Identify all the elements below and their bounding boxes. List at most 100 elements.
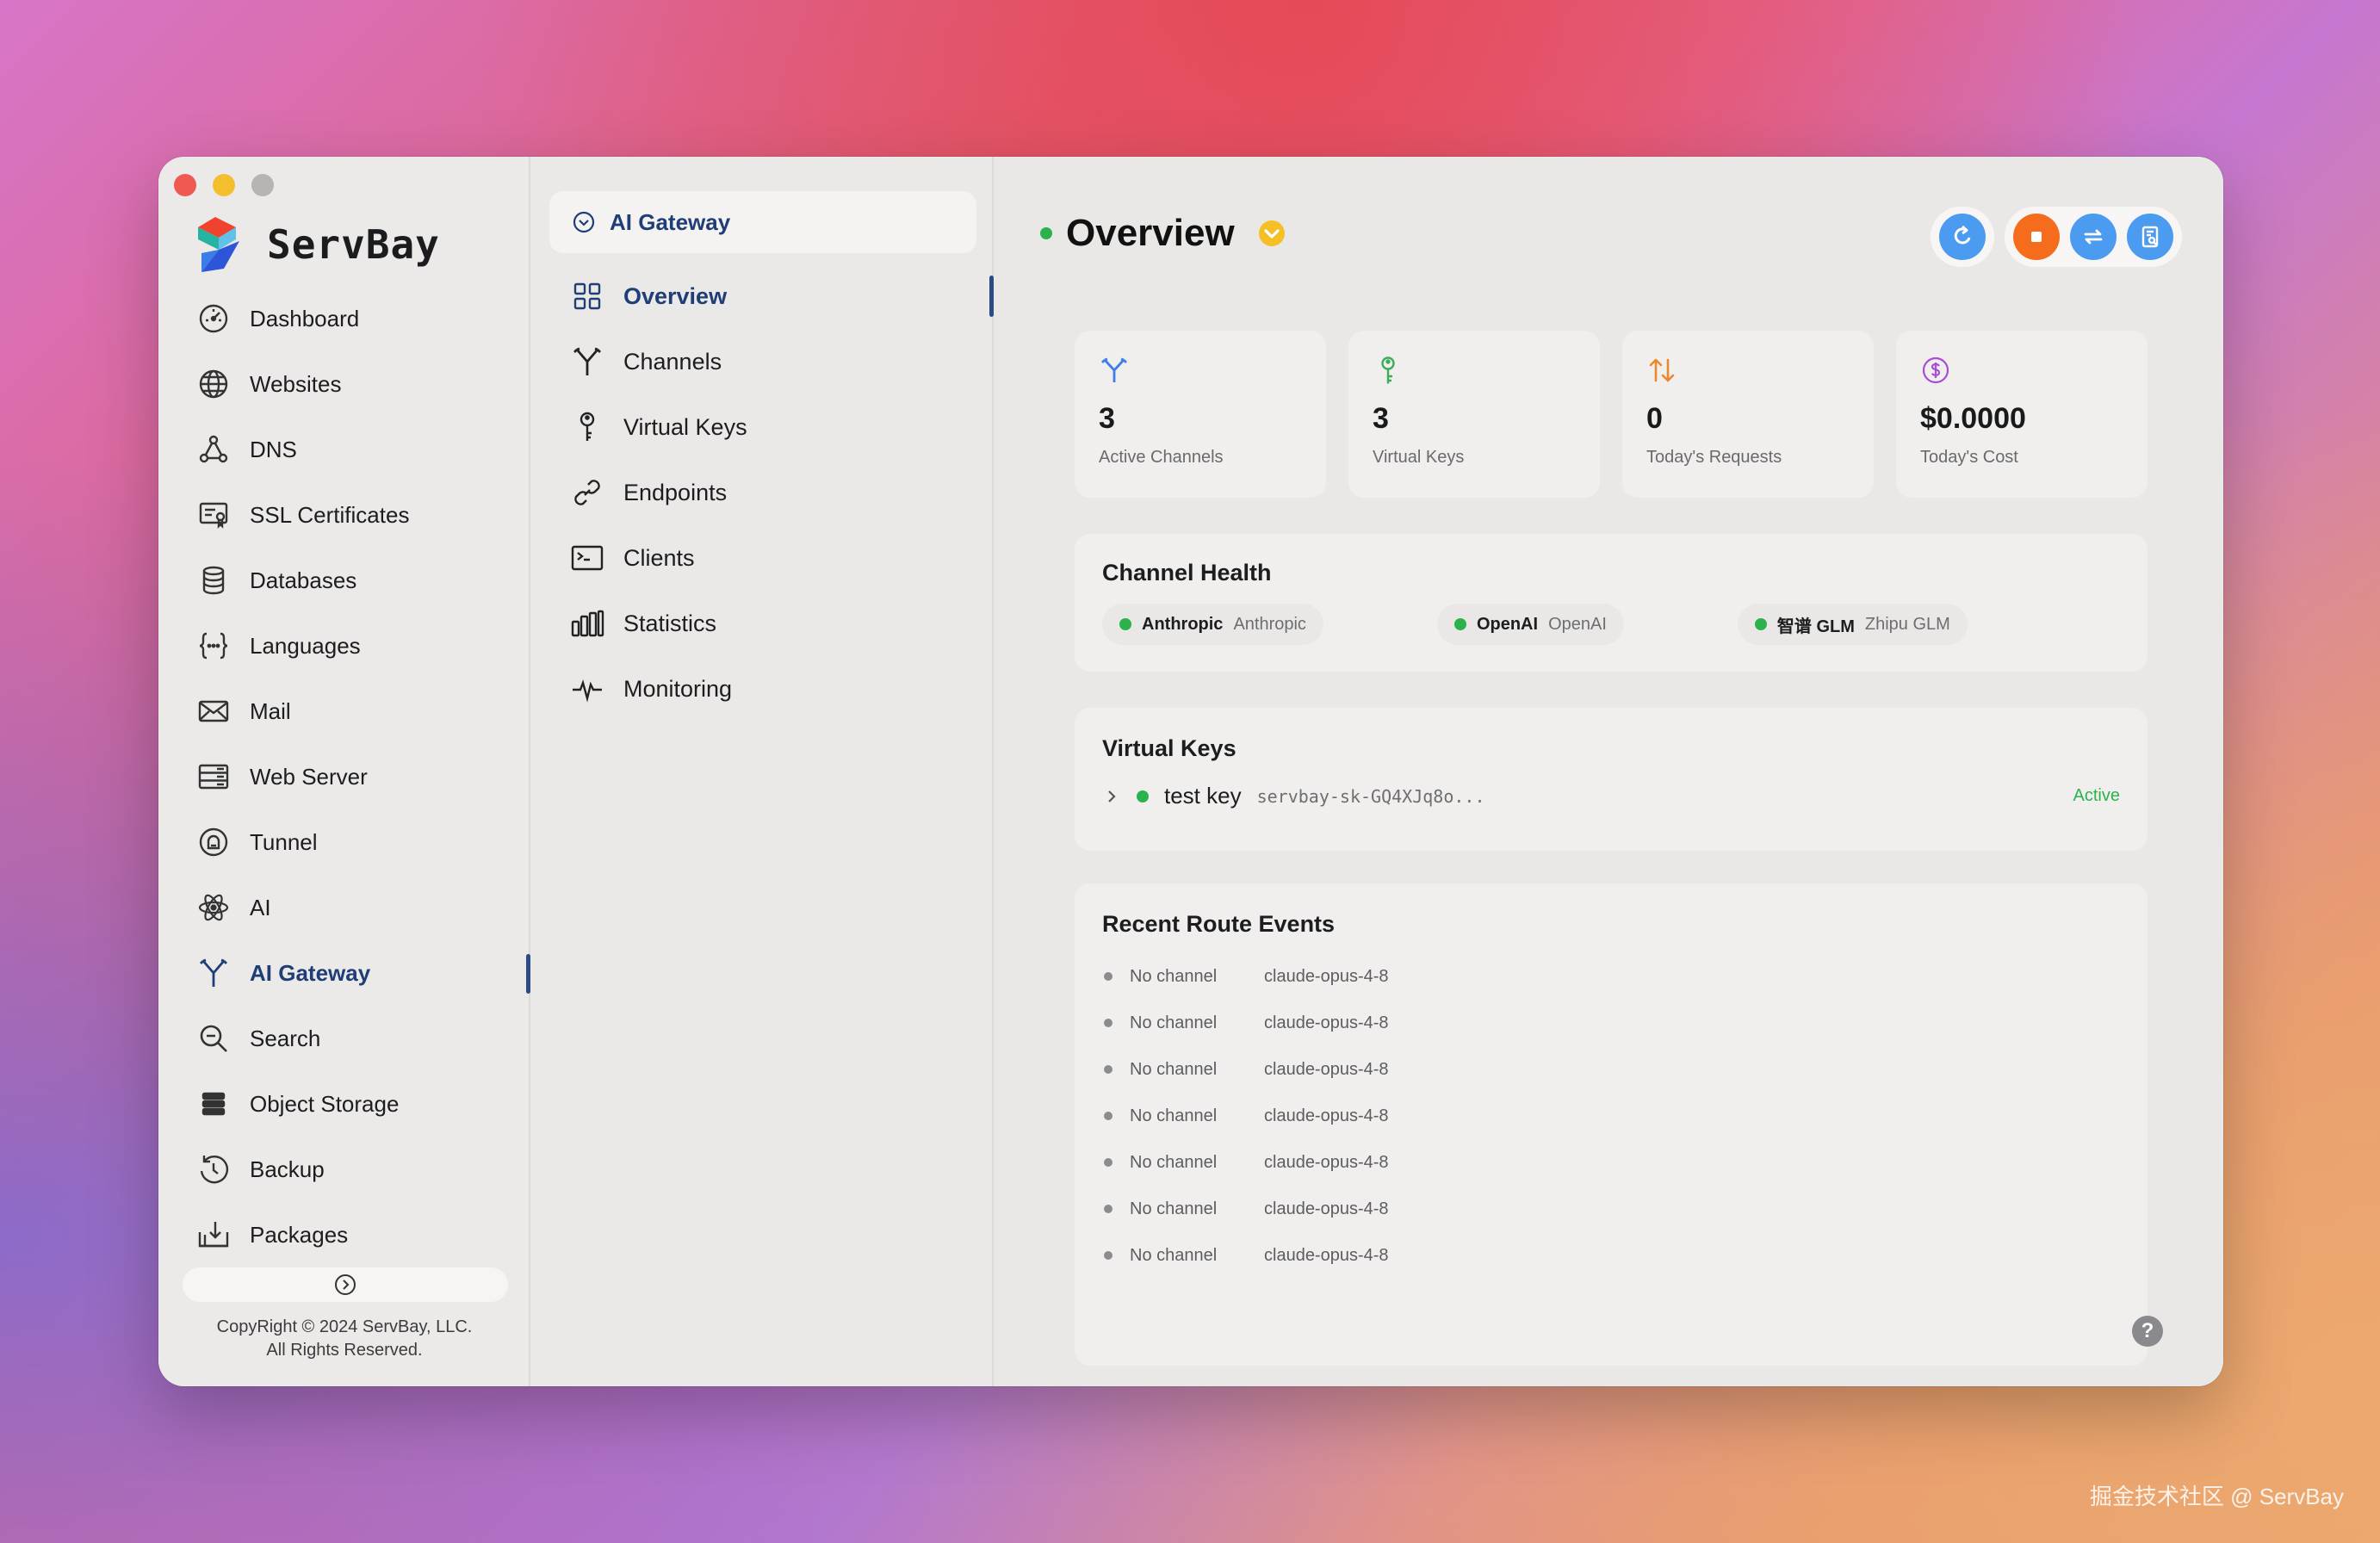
help-button[interactable]: ? [2132, 1316, 2163, 1347]
sidebar-item-label: Dashboard [250, 305, 360, 332]
sidebar-item-languages[interactable]: Languages [158, 613, 529, 679]
stat-value: 0 [1646, 402, 1663, 435]
route-events-list: No channel claude-opus-4-8 No channel clau… [1102, 953, 2120, 1279]
app-window: ServBay Dashboard Websites DNS SSL Certi… [158, 157, 2223, 1386]
window-controls [174, 174, 274, 196]
event-dot [1104, 1019, 1113, 1027]
channel-chip[interactable]: Anthropic Anthropic [1102, 604, 1323, 645]
sidebar-item-packages[interactable]: Packages [158, 1202, 529, 1267]
sidebar-item-search[interactable]: Search [158, 1006, 529, 1071]
event-dot [1104, 1158, 1113, 1167]
grid-icon [573, 282, 601, 310]
atom-icon [198, 894, 229, 921]
submenu-item-channels[interactable]: Channels [532, 329, 992, 394]
sidebar-item-label: AI Gateway [250, 959, 371, 986]
sidebar-item-tunnel[interactable]: Tunnel [158, 809, 529, 875]
stat-card-todays-requests: 0 Today's Requests [1622, 331, 1874, 498]
sidebar-collapse-button[interactable] [183, 1267, 508, 1302]
sidebar-item-label: Packages [250, 1221, 349, 1248]
event-model: claude-opus-4-8 [1264, 1245, 1389, 1265]
sidebar-item-mail[interactable]: Mail [158, 679, 529, 744]
logs-button[interactable] [2127, 214, 2173, 260]
submenu-header[interactable]: AI Gateway [549, 191, 976, 253]
backup-icon [200, 1155, 229, 1184]
storage-icon [201, 1092, 226, 1116]
sidebar-item-web-server[interactable]: Web Server [158, 744, 529, 809]
event-channel: No channel [1130, 1245, 1218, 1265]
toolbar-group-reload [1931, 207, 1994, 267]
chevron-right-icon[interactable] [1102, 787, 1121, 806]
link-icon [574, 480, 600, 505]
event-dot [1104, 1251, 1113, 1260]
sidebar-item-dashboard[interactable]: Dashboard [158, 286, 529, 351]
server-icon [198, 764, 229, 790]
stat-value: 3 [1373, 402, 1389, 435]
sidebar-item-label: Websites [250, 370, 342, 397]
stat-label: Today's Cost [1920, 448, 2018, 467]
virtual-key-value: servbay-sk-GQ4XJq8o... [1256, 785, 1485, 807]
stop-button[interactable] [2013, 214, 2060, 260]
sidebar-item-ssl-certificates[interactable]: SSL Certificates [158, 482, 529, 548]
submenu-item-overview[interactable]: Overview [532, 263, 994, 329]
event-channel: No channel [1130, 1199, 1218, 1218]
submenu-item-label: Channels [623, 348, 722, 375]
channel-name: Anthropic [1142, 614, 1224, 634]
submenu-item-endpoints[interactable]: Endpoints [532, 460, 992, 525]
sidebar-item-label: SSL Certificates [250, 501, 410, 528]
submenu-item-virtual-keys[interactable]: Virtual Keys [532, 394, 992, 460]
sidebar-item-object-storage[interactable]: Object Storage [158, 1071, 529, 1137]
panel-title: Recent Route Events [1102, 911, 1336, 937]
minimize-window-button[interactable] [213, 174, 235, 196]
event-model: claude-opus-4-8 [1264, 1199, 1389, 1218]
sidebar-item-databases[interactable]: Databases [158, 548, 529, 613]
route-event-row: No channel claude-opus-4-8 [1102, 953, 2120, 1000]
route-event-row: No channel claude-opus-4-8 [1102, 1000, 2120, 1046]
copyright-line: CopyRight © 2024 ServBay, LLC. [216, 1317, 473, 1336]
channel-chip[interactable]: 智谱 GLM Zhipu GLM [1737, 604, 1968, 645]
submenu-item-monitoring[interactable]: Monitoring [532, 656, 992, 722]
channel-provider: Anthropic [1233, 614, 1306, 634]
event-model: claude-opus-4-8 [1264, 1152, 1389, 1172]
stats-row: 3 Active Channels 3 Virtual Keys 0 Today… [1075, 331, 2148, 498]
sidebar-item-label: Search [250, 1025, 321, 1051]
bar-chart-icon [571, 610, 604, 637]
channel-chip[interactable]: OpenAI OpenAI [1436, 604, 1624, 645]
reload-button[interactable] [1939, 214, 1986, 260]
swap-arrows-icon [2084, 229, 2103, 245]
submenu-item-statistics[interactable]: Statistics [532, 591, 992, 656]
health-status-dot [1119, 618, 1131, 630]
virtual-keys-panel: Virtual Keys test key servbay-sk-GQ4XJq8… [1075, 708, 2148, 851]
restart-button[interactable] [2070, 214, 2117, 260]
event-channel: No channel [1130, 1059, 1218, 1079]
app-name: ServBay [267, 221, 440, 268]
zoom-window-button[interactable] [251, 174, 274, 196]
close-window-button[interactable] [174, 174, 196, 196]
sidebar-item-ai-gateway[interactable]: AI Gateway [158, 940, 530, 1006]
stat-label: Active Channels [1099, 448, 1224, 467]
sidebar-item-ai[interactable]: AI [158, 875, 529, 940]
channel-provider: Zhipu GLM [1864, 614, 1950, 634]
submenu-header-label: AI Gateway [610, 208, 731, 235]
submenu-item-clients[interactable]: Clients [532, 525, 992, 591]
search-icon [200, 1025, 227, 1052]
sidebar-item-label: DNS [250, 436, 297, 462]
sidebar-item-label: Object Storage [250, 1090, 400, 1117]
mail-icon [198, 700, 229, 722]
event-dot [1104, 972, 1113, 981]
virtual-key-row[interactable]: test key servbay-sk-GQ4XJq8o... Active [1102, 783, 2120, 809]
submenu-nav: Overview Channels Virtual Keys Endpoints… [532, 263, 994, 722]
sidebar-item-websites[interactable]: Websites [158, 351, 529, 417]
sidebar-item-label: Backup [250, 1156, 325, 1182]
sidebar-item-dns[interactable]: DNS [158, 417, 529, 482]
sidebar-item-backup[interactable]: Backup [158, 1137, 529, 1202]
channel-name: OpenAI [1476, 614, 1539, 634]
certificate-icon [199, 502, 228, 529]
channels-icon [573, 347, 601, 375]
event-dot [1104, 1205, 1113, 1213]
event-channel: No channel [1130, 966, 1218, 986]
event-channel: No channel [1130, 1152, 1218, 1172]
service-status-dot [1040, 227, 1052, 239]
submenu-item-label: Overview [623, 282, 728, 309]
dropdown-badge-icon[interactable] [1257, 219, 1286, 248]
stop-icon [2031, 232, 2042, 242]
